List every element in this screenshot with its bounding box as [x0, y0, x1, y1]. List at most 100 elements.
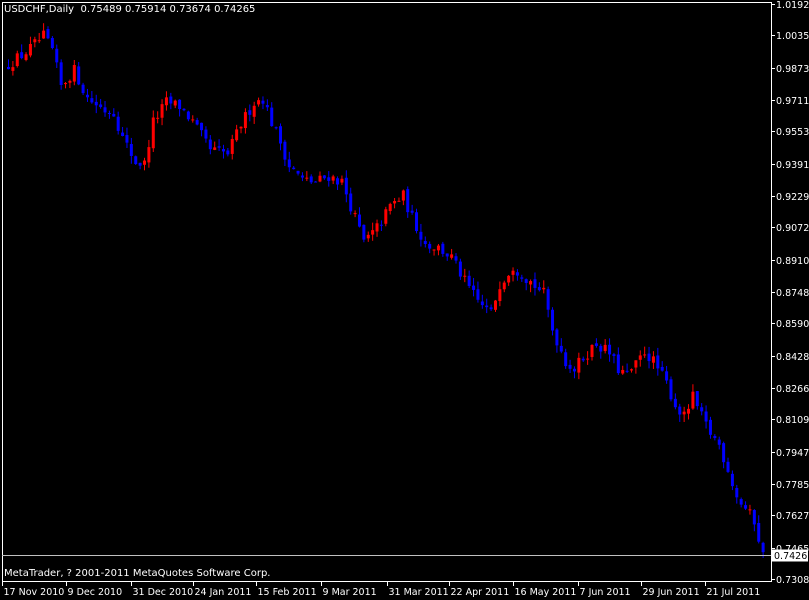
- candle: [270, 102, 274, 127]
- candle: [20, 44, 24, 60]
- candle: [11, 61, 15, 76]
- candle-body: [125, 135, 129, 143]
- candle: [480, 294, 484, 309]
- candle: [572, 366, 576, 379]
- candle-body: [103, 107, 107, 113]
- candle: [612, 352, 616, 364]
- candle-body: [423, 241, 427, 245]
- candle-body: [64, 83, 68, 85]
- candle-body: [305, 177, 309, 179]
- y-tick-label: 0.77850: [776, 480, 809, 491]
- candle-body: [7, 66, 10, 70]
- candle: [287, 151, 291, 173]
- candle-body: [625, 370, 629, 372]
- candle-body: [515, 272, 519, 276]
- price-chart[interactable]: 1.01925 1.00350 0.98730 0.97110 0.95535 0.939…: [0, 0, 809, 600]
- candle: [546, 286, 550, 318]
- candle: [608, 338, 612, 362]
- candle: [274, 126, 278, 130]
- candle: [322, 175, 326, 180]
- candle: [594, 338, 598, 348]
- candle-body: [55, 48, 59, 63]
- candle: [726, 457, 730, 473]
- candle-body: [428, 243, 432, 249]
- candle: [581, 356, 585, 362]
- candle: [296, 170, 300, 176]
- candle-body: [735, 487, 739, 498]
- candle: [94, 94, 98, 114]
- candle: [634, 360, 638, 374]
- candle-body: [406, 189, 410, 213]
- candle: [261, 96, 265, 110]
- bid-price-label: 0.74265: [774, 551, 809, 562]
- candle: [533, 272, 537, 296]
- candle-body: [577, 357, 581, 373]
- candle: [511, 267, 515, 282]
- candle-body: [379, 224, 383, 226]
- candle: [393, 197, 397, 209]
- candle-body: [432, 249, 436, 251]
- candle: [309, 174, 313, 185]
- candle-body: [445, 253, 449, 257]
- plot-frame: [2, 2, 772, 582]
- candle-body: [647, 353, 651, 362]
- candle-body: [147, 147, 151, 163]
- candle: [121, 126, 125, 137]
- y-tick-label: 0.98730: [776, 64, 809, 75]
- candle-body: [235, 129, 239, 141]
- candle-body: [450, 254, 454, 258]
- candle-body: [546, 289, 550, 310]
- candle: [300, 172, 304, 182]
- candle-body: [713, 436, 717, 439]
- y-axis: 1.01925 1.00350 0.98730 0.97110 0.95535 0.939…: [771, 0, 809, 586]
- candle: [463, 268, 467, 283]
- candle-body: [28, 43, 32, 56]
- candle: [586, 351, 590, 365]
- candle: [656, 347, 660, 376]
- candle: [116, 111, 120, 135]
- candle: [625, 363, 629, 374]
- candle-body: [85, 94, 89, 98]
- candle: [230, 134, 234, 160]
- y-tick-label: 1.00350: [776, 31, 809, 42]
- candle: [257, 97, 261, 107]
- candle: [599, 343, 603, 359]
- candle-body: [691, 391, 695, 409]
- candle-body: [265, 105, 269, 108]
- candle-body: [621, 369, 625, 374]
- candle: [722, 441, 726, 469]
- candle: [200, 122, 204, 137]
- candle-body: [761, 542, 765, 553]
- candle: [669, 376, 673, 402]
- candle-body: [665, 371, 669, 381]
- candle: [379, 220, 383, 232]
- candle-body: [72, 64, 76, 82]
- candle-body: [24, 54, 28, 60]
- candle: [217, 139, 221, 152]
- x-tick-label: 21 Jul 2011: [707, 587, 761, 598]
- candle-body: [616, 354, 620, 374]
- candle-body: [107, 112, 111, 114]
- candle: [292, 166, 296, 170]
- y-tick-label: 0.90720: [776, 223, 809, 234]
- candle: [204, 126, 208, 143]
- candle: [388, 202, 392, 215]
- candle-body: [296, 170, 300, 174]
- y-tick-label: 0.87480: [776, 288, 809, 299]
- candle-body: [252, 105, 256, 117]
- candle-body: [629, 369, 633, 371]
- y-tick-label: 0.95535: [776, 127, 809, 138]
- candle: [419, 223, 423, 247]
- candle: [143, 157, 147, 171]
- candle: [660, 361, 664, 372]
- candle-body: [349, 193, 353, 212]
- candle-body: [454, 256, 458, 261]
- chart-window[interactable]: 1.01925 1.00350 0.98730 0.97110 0.95535 0.939…: [0, 0, 809, 600]
- candle-body: [511, 270, 515, 275]
- x-tick-label: 15 Feb 2011: [258, 587, 317, 598]
- candle-body: [748, 509, 752, 511]
- candle-body: [726, 461, 730, 472]
- candle-body: [208, 139, 212, 150]
- candle: [226, 147, 230, 157]
- candle-body: [643, 354, 647, 356]
